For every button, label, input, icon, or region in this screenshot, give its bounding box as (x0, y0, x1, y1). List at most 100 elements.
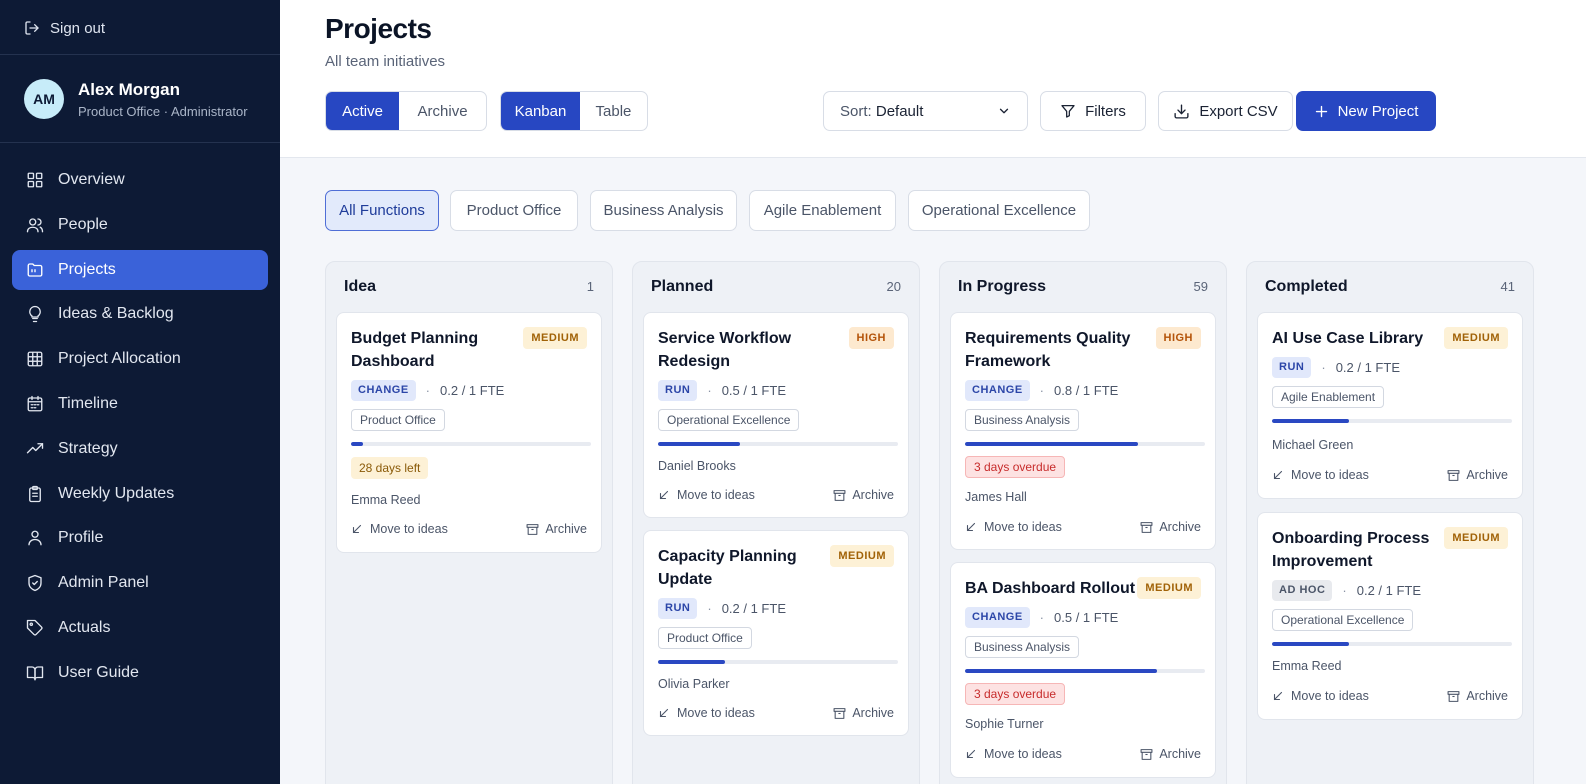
progress-fill (351, 442, 363, 446)
sidebar-item-actuals[interactable]: Actuals (12, 608, 268, 648)
kanban-column-completed: Completed 41 AI Use Case Library MEDIUM … (1246, 261, 1534, 784)
status-archive-button[interactable]: Archive (399, 92, 486, 130)
project-card[interactable]: Budget Planning Dashboard MEDIUM CHANGE … (336, 312, 602, 553)
kanban-column-idea: Idea 1 Budget Planning Dashboard MEDIUM … (325, 261, 613, 784)
card-meta: CHANGE · 0.5 / 1 FTE (965, 606, 1118, 628)
move-to-ideas-button[interactable]: Move to ideas (351, 522, 448, 536)
sidebar-item-people[interactable]: People (12, 205, 268, 245)
move-to-ideas-button[interactable]: Move to ideas (965, 520, 1062, 534)
download-icon (1173, 103, 1190, 120)
grid-icon (26, 171, 44, 189)
arrow-down-left-icon (965, 748, 977, 760)
tag-icon (26, 619, 44, 637)
arrow-down-left-icon (351, 523, 363, 535)
new-project-button[interactable]: New Project (1296, 91, 1436, 131)
sign-out-label: Sign out (50, 19, 106, 37)
new-project-label: New Project (1337, 102, 1419, 120)
project-card[interactable]: Onboarding Process Improvement MEDIUM AD… (1257, 512, 1523, 720)
card-owner: Michael Green (1272, 438, 1354, 452)
sidebar-item-projects[interactable]: Projects (12, 249, 268, 290)
archive-button[interactable]: Archive (1140, 747, 1201, 761)
view-table-button[interactable]: Table (580, 92, 647, 130)
sidebar-item-overview[interactable]: Overview (12, 160, 268, 200)
sidebar-item-timeline[interactable]: Timeline (12, 384, 268, 424)
sidebar-item-weekly-updates[interactable]: Weekly Updates (12, 474, 268, 514)
archive-button[interactable]: Archive (1447, 689, 1508, 703)
sidebar-item-strategy[interactable]: Strategy (12, 429, 268, 469)
arrow-down-left-icon (1272, 690, 1284, 702)
sidebar-item-label: User Guide (58, 663, 139, 681)
progress-fill (1272, 642, 1349, 646)
clipboard-icon (26, 485, 44, 503)
column-count: 41 (1500, 279, 1515, 294)
filter-business-analysis[interactable]: Business Analysis (590, 190, 737, 231)
filter-operational-excellence[interactable]: Operational Excellence (908, 190, 1090, 231)
status-active-button[interactable]: Active (326, 92, 400, 130)
project-card[interactable]: Capacity Planning Update MEDIUM RUN · 0.… (643, 530, 909, 736)
filter-agile-enablement[interactable]: Agile Enablement (749, 190, 896, 231)
card-owner: Emma Reed (1272, 659, 1342, 673)
status-toggle: Active Archive (325, 91, 487, 131)
sidebar-item-label: People (58, 215, 108, 233)
function-tag: Product Office (658, 627, 752, 649)
folder-icon (26, 261, 44, 279)
archive-button[interactable]: Archive (526, 522, 587, 536)
sidebar-item-label: Project Allocation (58, 350, 181, 368)
filters-button[interactable]: Filters (1040, 91, 1146, 131)
calendar-icon (26, 395, 44, 413)
fte-value: 0.2 / 1 FTE (1356, 582, 1422, 598)
priority-badge: MEDIUM (1444, 527, 1508, 549)
filter-all-functions[interactable]: All Functions (325, 190, 439, 231)
progress-bar (965, 442, 1205, 446)
sign-out-button[interactable]: Sign out (24, 16, 105, 40)
sidebar-item-ideas-backlog[interactable]: Ideas & Backlog (12, 294, 268, 334)
sidebar-item-admin-panel[interactable]: Admin Panel (12, 563, 268, 603)
move-label: Move to ideas (984, 520, 1062, 534)
card-meta: AD HOC · 0.2 / 1 FTE (1272, 579, 1421, 601)
due-badge: 28 days left (351, 457, 429, 479)
card-owner: Daniel Brooks (658, 459, 736, 473)
view-kanban-button[interactable]: Kanban (501, 92, 580, 130)
priority-badge: HIGH (1155, 327, 1201, 349)
archive-icon (1140, 521, 1153, 534)
kanban-column-in-progress: In Progress 59 Requirements Quality Fram… (939, 261, 1227, 784)
plus-icon (1314, 104, 1329, 119)
filter-product-office[interactable]: Product Office (450, 190, 578, 231)
type-badge: RUN (1272, 356, 1312, 378)
export-csv-button[interactable]: Export CSV (1158, 91, 1293, 131)
move-to-ideas-button[interactable]: Move to ideas (658, 706, 755, 720)
project-card[interactable]: BA Dashboard Rollout MEDIUM CHANGE · 0.5… (950, 562, 1216, 778)
sidebar-item-profile[interactable]: Profile (12, 518, 268, 558)
project-card[interactable]: AI Use Case Library MEDIUM RUN · 0.2 / 1… (1257, 312, 1523, 499)
sidebar-item-label: Overview (58, 171, 125, 188)
sidebar-nav: Overview People Projects Ideas & Backlog… (12, 160, 268, 698)
move-to-ideas-button[interactable]: Move to ideas (1272, 468, 1369, 482)
sidebar-item-user-guide[interactable]: User Guide (12, 653, 268, 693)
progress-bar (658, 442, 898, 446)
move-to-ideas-button[interactable]: Move to ideas (658, 488, 755, 502)
priority-badge: MEDIUM (523, 327, 587, 349)
book-icon (26, 664, 44, 682)
archive-button[interactable]: Archive (1447, 468, 1508, 482)
progress-bar (1272, 642, 1512, 646)
project-card[interactable]: Service Workflow Redesign HIGH RUN · 0.5… (643, 312, 909, 518)
progress-fill (1272, 419, 1349, 423)
archive-button[interactable]: Archive (833, 488, 894, 502)
kanban-column-planned: Planned 20 Service Workflow Redesign HIG… (632, 261, 920, 784)
separator-dot: · (1321, 359, 1326, 375)
move-to-ideas-button[interactable]: Move to ideas (1272, 689, 1369, 703)
type-badge: CHANGE (965, 606, 1030, 628)
chevron-down-icon (997, 104, 1011, 118)
move-to-ideas-button[interactable]: Move to ideas (965, 747, 1062, 761)
progress-fill (965, 442, 1138, 446)
sidebar-item-project-allocation[interactable]: Project Allocation (12, 339, 268, 379)
filter-icon (1060, 103, 1076, 119)
archive-button[interactable]: Archive (833, 706, 894, 720)
archive-button[interactable]: Archive (1140, 520, 1201, 534)
fte-value: 0.5 / 1 FTE (1054, 609, 1119, 625)
logout-icon (24, 20, 40, 36)
project-card[interactable]: Requirements Quality Framework HIGH CHAN… (950, 312, 1216, 550)
sort-select[interactable]: Sort: Default (823, 91, 1028, 131)
column-count: 1 (586, 279, 594, 294)
card-owner: Olivia Parker (658, 677, 730, 691)
